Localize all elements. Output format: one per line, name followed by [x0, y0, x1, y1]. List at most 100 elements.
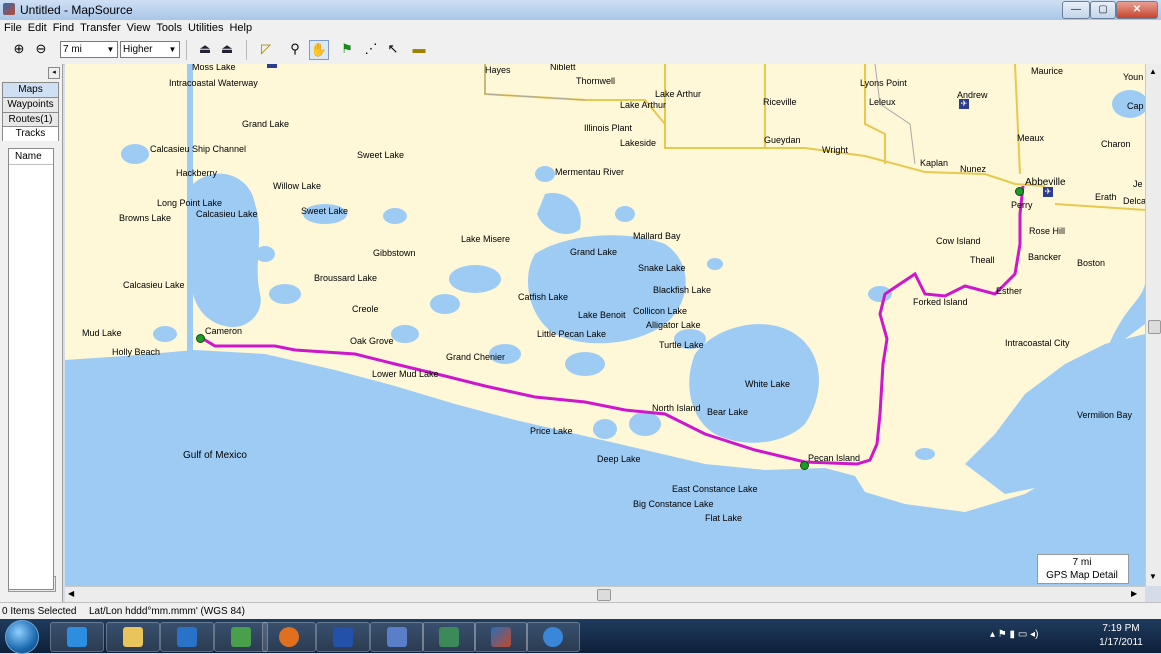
google-earth-icon: [543, 627, 563, 647]
toolbar: ⊕ ⊖ 7 mi ▼ Higher ▼ ⏏ ⏏ ◸ ⚲ ✋ ⚑ ⋰ ↖ ▬: [0, 36, 1161, 65]
place-label: Forked Island: [913, 297, 968, 307]
map-detail-select[interactable]: Higher ▼: [120, 41, 180, 58]
scroll-right-icon[interactable]: ▶: [1131, 589, 1137, 598]
taskbar-messenger[interactable]: [214, 622, 268, 652]
menu-view[interactable]: View: [124, 20, 154, 36]
collapse-pane-icon[interactable]: ◂: [48, 67, 60, 79]
waypoint-flag-icon[interactable]: ⚑: [338, 40, 356, 58]
receive-from-device-icon[interactable]: ⏏: [196, 40, 214, 58]
taskbar-utility[interactable]: [422, 622, 476, 652]
zoom-scale-value: 7 mi: [63, 44, 82, 55]
place-label: Collicon Lake: [633, 306, 688, 316]
window-title: Untitled - MapSource: [20, 3, 133, 17]
menu-transfer[interactable]: Transfer: [77, 20, 124, 36]
map-scale: 7 mi GPS Map Detail: [1037, 554, 1129, 584]
place-label: Grand Lake: [570, 247, 618, 257]
taskbar-media-player[interactable]: [160, 622, 214, 652]
scale-value: 7 mi: [1072, 557, 1092, 568]
taskbar-word[interactable]: [316, 622, 370, 652]
place-label: Calcasieu Ship Channel: [150, 144, 247, 154]
maximize-button[interactable]: ▢: [1090, 1, 1116, 19]
firefox-icon: [279, 627, 299, 647]
taskbar-internet-explorer[interactable]: [50, 622, 104, 652]
place-label: Abbeville: [1025, 177, 1066, 188]
map-view[interactable]: ✈ ✈ Moss Lake Hayes Niblett Thornwell La…: [65, 64, 1145, 586]
place-label: Cow Island: [936, 236, 981, 246]
place-label: Mud Lake: [82, 328, 122, 338]
tab-maps[interactable]: Maps: [2, 82, 59, 98]
taskbar-explorer[interactable]: [106, 622, 160, 652]
distance-bearing-icon[interactable]: ▬: [410, 40, 428, 58]
place-label: Hayes: [485, 65, 511, 75]
map-vertical-scrollbar[interactable]: ▲ ▼: [1145, 64, 1161, 586]
menu-find[interactable]: Find: [50, 20, 77, 36]
folder-icon: [123, 627, 143, 647]
place-label: Lake Arthur: [620, 100, 667, 110]
zoom-scale-select[interactable]: 7 mi ▼: [60, 41, 118, 58]
zoom-tool-icon[interactable]: ⚲: [286, 40, 304, 58]
place-label: Cap: [1127, 101, 1144, 111]
menu-utilities[interactable]: Utilities: [185, 20, 226, 36]
calcasieu-lake-water: [187, 173, 261, 328]
tray-icons[interactable]: ▴ ⚑ ▮ ▭ ◂): [990, 629, 1038, 640]
hand-pan-icon[interactable]: ✋: [309, 40, 329, 60]
place-label: Delca: [1123, 196, 1145, 206]
menu-bar: File Edit Find Transfer View Tools Utilities He…: [0, 20, 1161, 36]
close-button[interactable]: ✕: [1116, 1, 1158, 19]
scroll-up-icon[interactable]: ▲: [1149, 67, 1157, 76]
zoom-in-icon[interactable]: ⊕: [10, 40, 28, 58]
clock-time: 7:19 PM: [1102, 623, 1140, 634]
tracks-list[interactable]: Name: [8, 148, 54, 590]
map-tool-icon[interactable]: ◸: [257, 40, 275, 58]
place-label: Kaplan: [920, 158, 949, 168]
place-label: Catfish Lake: [518, 292, 569, 302]
clock[interactable]: 7:19 PM 1/17/2011: [1085, 622, 1157, 650]
place-label: Lake Arthur: [655, 89, 702, 99]
place-label: Wright: [822, 145, 848, 155]
tab-waypoints[interactable]: Waypoints: [2, 97, 59, 113]
taskbar-mapsource[interactable]: [474, 622, 528, 652]
menu-file[interactable]: File: [0, 20, 25, 36]
place-label: Grand Chenier: [446, 352, 506, 362]
cameron-waypoint-icon[interactable]: [196, 334, 205, 343]
selection-arrow-icon[interactable]: ↖: [384, 40, 402, 58]
clock-date: 1/17/2011: [1099, 637, 1143, 648]
place-label: East Constance Lake: [672, 484, 758, 494]
map-detail-label: GPS Map Detail: [1046, 570, 1118, 581]
place-label: Creole: [352, 304, 379, 314]
map-horizontal-scrollbar[interactable]: ◀ ▶: [65, 586, 1145, 603]
zoom-out-icon[interactable]: ⊖: [32, 40, 50, 58]
taskbar-firefox[interactable]: [262, 622, 316, 652]
start-button[interactable]: [5, 620, 39, 654]
abbeville-waypoint-icon[interactable]: [1015, 187, 1024, 196]
menu-tools[interactable]: Tools: [153, 20, 185, 36]
scroll-down-icon[interactable]: ▼: [1149, 572, 1157, 581]
place-label: Cameron: [205, 326, 243, 336]
place-label: Moss Lake: [192, 64, 236, 72]
place-label: Je: [1133, 179, 1143, 189]
list-column-name[interactable]: Name: [9, 149, 53, 165]
place-label: Sweet Lake: [301, 206, 349, 216]
route-tool-icon[interactable]: ⋰: [362, 40, 380, 58]
toolbar-divider: [186, 40, 187, 60]
scroll-left-icon[interactable]: ◀: [68, 589, 74, 598]
place-label: Bancker: [1028, 252, 1062, 262]
place-label: Calcasieu Lake: [123, 280, 185, 290]
vertical-scroll-thumb[interactable]: [1148, 320, 1161, 334]
menu-edit[interactable]: Edit: [25, 20, 50, 36]
place-label: Boston: [1077, 258, 1106, 268]
minimize-button[interactable]: —: [1062, 1, 1090, 19]
title-bar: Untitled - MapSource — ▢ ✕: [0, 0, 1161, 20]
place-label: Gueydan: [764, 135, 801, 145]
menu-help[interactable]: Help: [226, 20, 255, 36]
tab-tracks[interactable]: Tracks: [2, 126, 59, 141]
send-to-device-icon[interactable]: ⏏: [218, 40, 236, 58]
horizontal-scroll-thumb[interactable]: [597, 589, 611, 601]
status-bar: 0 Items Selected Lat/Lon hddd°mm.mmm' (W…: [0, 602, 1161, 620]
taskbar-google-earth[interactable]: [526, 622, 580, 652]
place-label: Esther: [996, 286, 1023, 296]
taskbar-virtual-pc[interactable]: [370, 622, 424, 652]
place-label: Mermentau River: [555, 167, 625, 177]
place-label: Browns Lake: [119, 213, 172, 223]
place-label: Bear Lake: [707, 407, 749, 417]
